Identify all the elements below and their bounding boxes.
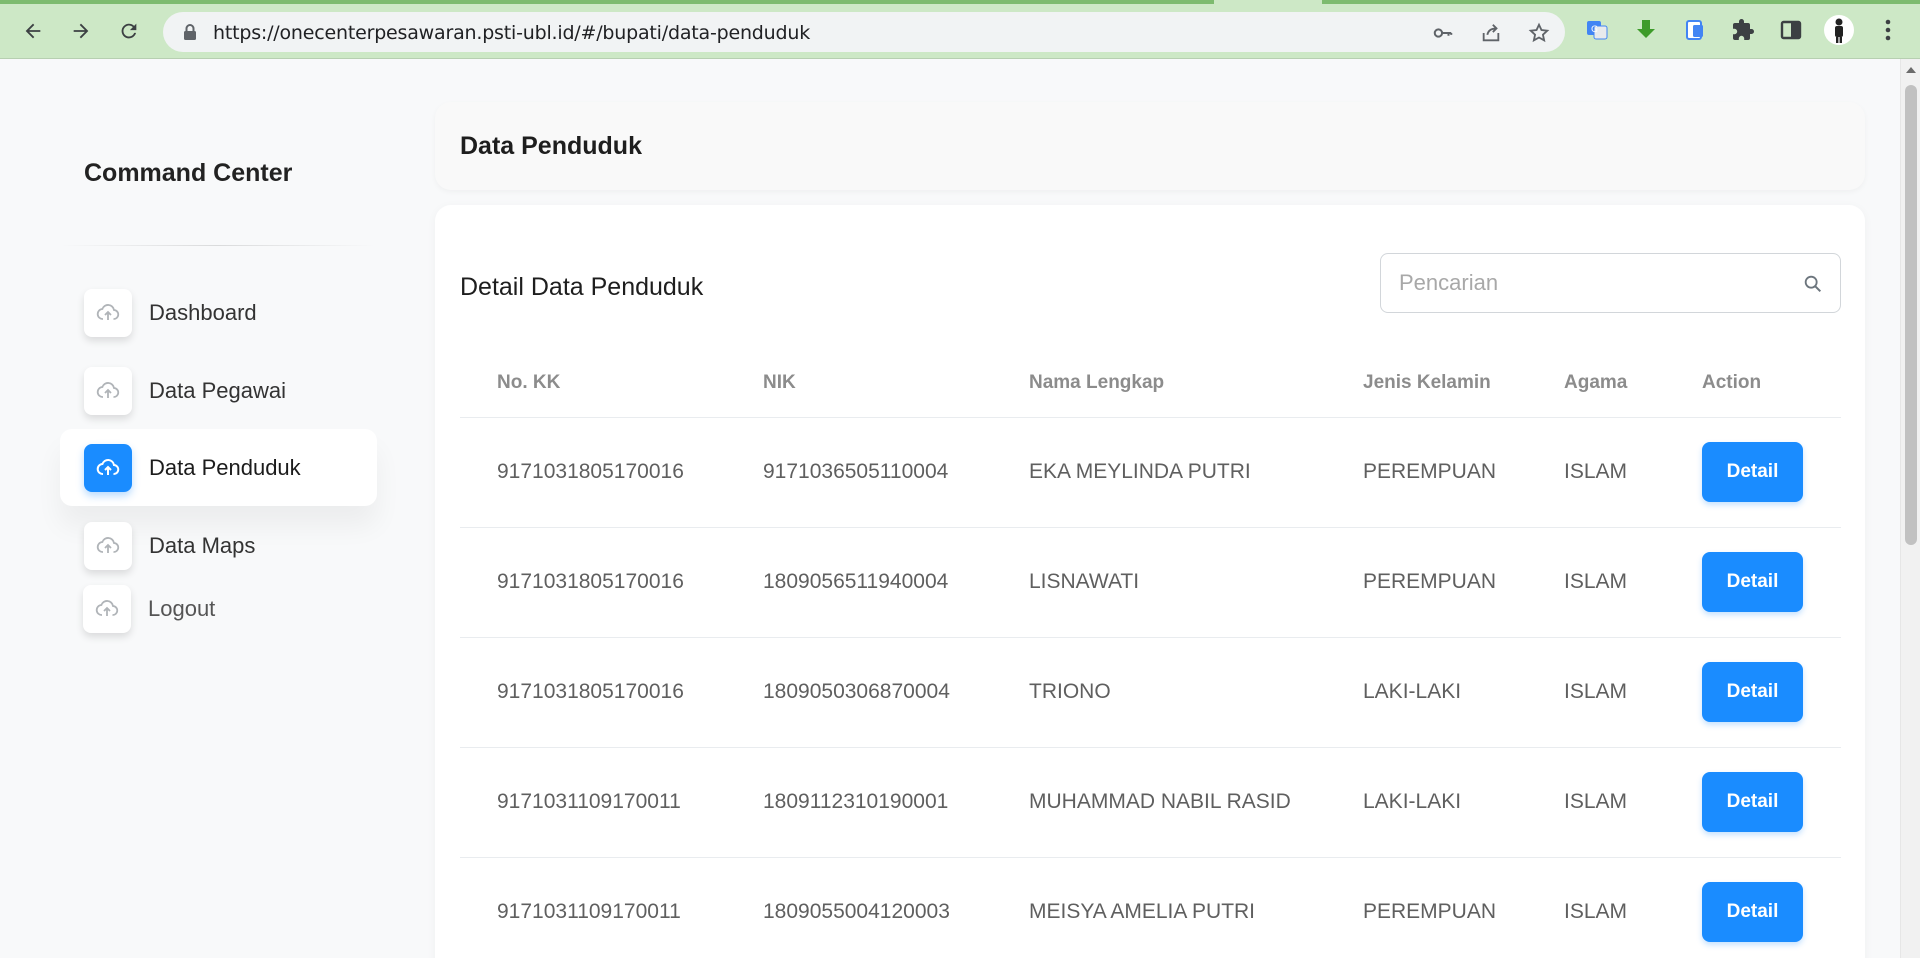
page-header: Data Penduduk (435, 102, 1865, 190)
cell-nik: 1809056511940004 (763, 527, 1029, 638)
cell-no-kk: 9171031805170016 (460, 637, 763, 748)
detail-button[interactable]: Detail (1702, 662, 1803, 722)
browser-toolbar: https://onecenterpesawaran.psti-ubl.id/#… (0, 0, 1920, 59)
tab-strip-indicator (0, 0, 1214, 4)
cloud-upload-icon (84, 288, 132, 337)
reload-icon (121, 23, 137, 39)
table-row: 9171031805170016 1809050306870004 TRIONO… (460, 637, 1841, 748)
table-row: 9171031805170016 9171036505110004 EKA ME… (460, 417, 1841, 528)
arrow-right-icon (73, 23, 89, 39)
url-text: https://onecenterpesawaran.psti-ubl.id/#… (213, 22, 811, 44)
detail-button[interactable]: Detail (1702, 772, 1803, 832)
cloud-upload-icon (84, 366, 132, 415)
cell-no-kk: 9171031805170016 (460, 417, 763, 528)
column-header-action: Action (1702, 349, 1841, 418)
sidebar-item-label: Data Penduduk (149, 454, 301, 480)
cell-no-kk: 9171031805170016 (460, 527, 763, 638)
page-scrollbar[interactable] (1900, 59, 1920, 958)
cloud-upload-icon (84, 443, 132, 492)
address-bar[interactable]: https://onecenterpesawaran.psti-ubl.id/#… (163, 12, 1565, 52)
cell-jenis-kelamin: LAKI-LAKI (1363, 747, 1564, 858)
share-icon[interactable] (1478, 20, 1504, 46)
card-title: Detail Data Penduduk (460, 273, 704, 301)
column-header-nik: NIK (763, 349, 1029, 418)
browser-menu-icon[interactable] (1874, 16, 1902, 44)
cell-nama: MUHAMMAD NABIL RASID (1029, 747, 1363, 858)
cell-nama: LISNAWATI (1029, 527, 1363, 638)
detail-button[interactable]: Detail (1702, 442, 1803, 502)
scroll-up-arrow-icon[interactable] (1906, 67, 1916, 73)
reload-button[interactable] (111, 13, 147, 49)
table-row: 9171031109170011 1809055004120003 MEISYA… (460, 857, 1841, 958)
penduduk-table: No. KK NIK Nama Lengkap Jenis Kelamin Ag… (460, 349, 1841, 958)
side-panel-icon[interactable] (1777, 16, 1805, 44)
cell-nik: 1809055004120003 (763, 857, 1029, 958)
search-input[interactable] (1399, 268, 1779, 298)
sidebar-item-label: Logout (148, 595, 216, 621)
sidebar-item-label: Data Pegawai (149, 377, 286, 403)
column-header-no-kk: No. KK (460, 349, 763, 418)
cloud-upload-icon (83, 584, 131, 633)
cell-jenis-kelamin: LAKI-LAKI (1363, 637, 1564, 748)
cell-agama: ISLAM (1564, 637, 1702, 748)
extensions-puzzle-icon[interactable] (1729, 16, 1757, 44)
column-header-agama: Agama (1564, 349, 1702, 418)
person-icon (1835, 18, 1843, 43)
download-extension-icon[interactable] (1632, 16, 1660, 44)
cell-nama: TRIONO (1029, 637, 1363, 748)
detail-button[interactable]: Detail (1702, 552, 1803, 612)
clipboard-extension-icon[interactable] (1681, 16, 1709, 44)
cell-nik: 1809112310190001 (763, 747, 1029, 858)
page: Command Center Dashboard Data Pegawai Da… (0, 59, 1900, 958)
cell-agama: ISLAM (1564, 857, 1702, 958)
cell-agama: ISLAM (1564, 747, 1702, 858)
cell-nama: EKA MEYLINDA PUTRI (1029, 417, 1363, 528)
cell-jenis-kelamin: PEREMPUAN (1363, 527, 1564, 638)
cell-agama: ISLAM (1564, 417, 1702, 528)
column-header-jenis-kelamin: Jenis Kelamin (1363, 349, 1564, 418)
sidebar-item-data-penduduk[interactable]: Data Penduduk (60, 429, 377, 506)
profile-avatar[interactable] (1824, 15, 1854, 45)
sidebar-item-data-pegawai[interactable]: Data Pegawai (60, 352, 377, 429)
sidebar-item-dashboard[interactable]: Dashboard (60, 274, 377, 351)
cell-nama: MEISYA AMELIA PUTRI (1029, 857, 1363, 958)
table-header-row: No. KK NIK Nama Lengkap Jenis Kelamin Ag… (460, 349, 1841, 418)
tab-strip-indicator (1322, 0, 1920, 4)
sidebar-divider (60, 245, 375, 246)
table-row: 9171031805170016 1809056511940004 LISNAW… (460, 527, 1841, 638)
cell-jenis-kelamin: PEREMPUAN (1363, 417, 1564, 528)
search-box[interactable] (1380, 253, 1841, 313)
lock-icon (184, 24, 196, 40)
cell-nik: 1809050306870004 (763, 637, 1029, 748)
cell-nik: 9171036505110004 (763, 417, 1029, 528)
translate-extension-icon[interactable]: G (1583, 16, 1611, 44)
sidebar-item-logout[interactable]: Logout (60, 570, 377, 647)
scrollbar-thumb[interactable] (1905, 85, 1917, 545)
sidebar-item-label: Dashboard (149, 299, 257, 325)
data-card: Detail Data Penduduk No. KK NIK Nama Len… (435, 205, 1865, 958)
table-row: 9171031109170011 1809112310190001 MUHAMM… (460, 747, 1841, 858)
star-icon[interactable] (1526, 20, 1552, 46)
page-title: Data Penduduk (460, 132, 642, 160)
back-button[interactable] (15, 13, 51, 49)
arrow-left-icon (25, 23, 41, 39)
cloud-upload-icon (84, 521, 132, 570)
svg-text:G: G (1591, 25, 1598, 35)
sidebar-item-label: Data Maps (149, 532, 256, 558)
search-icon[interactable] (1802, 273, 1824, 300)
column-header-nama-lengkap: Nama Lengkap (1029, 349, 1363, 418)
forward-button[interactable] (63, 13, 99, 49)
detail-button[interactable]: Detail (1702, 882, 1803, 942)
cell-no-kk: 9171031109170011 (460, 857, 763, 958)
cell-jenis-kelamin: PEREMPUAN (1363, 857, 1564, 958)
key-icon[interactable] (1430, 20, 1456, 46)
cell-no-kk: 9171031109170011 (460, 747, 763, 858)
cell-agama: ISLAM (1564, 527, 1702, 638)
sidebar-brand: Command Center (84, 159, 293, 187)
